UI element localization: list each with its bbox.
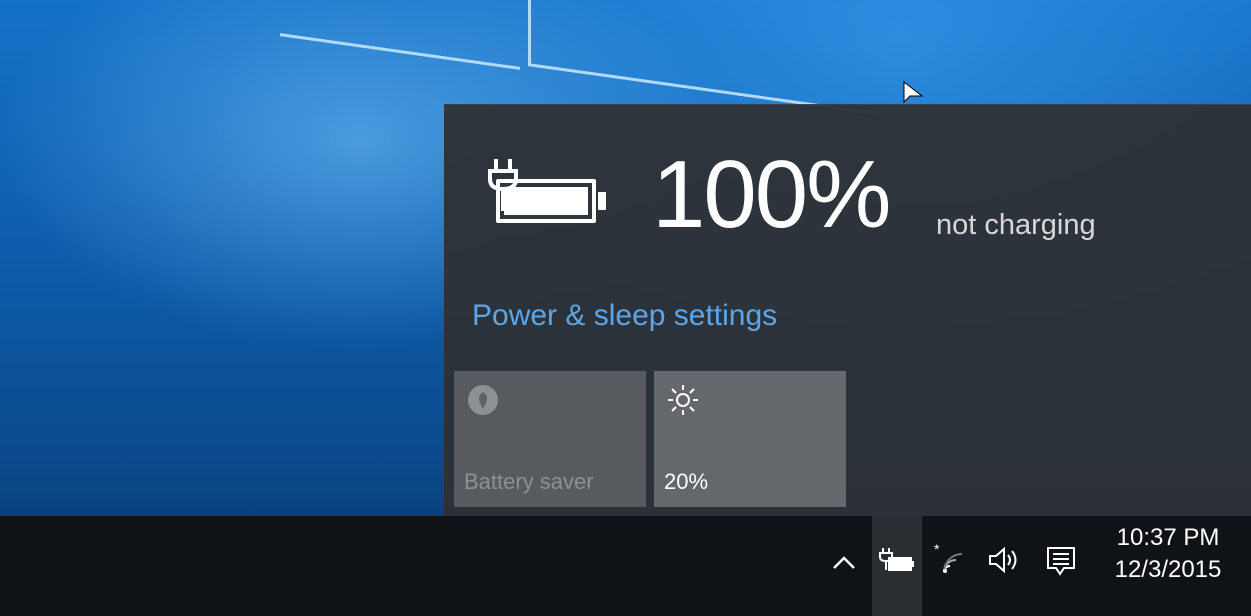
taskbar: * 10:37 PM 12/3/2015 [0, 516, 1251, 616]
action-center-icon [1047, 547, 1075, 576]
charging-status: not charging [936, 209, 1096, 241]
svg-text:*: * [934, 541, 940, 557]
system-clock[interactable]: 10:37 PM 12/3/2015 [1098, 522, 1238, 587]
brightness-label: 20% [664, 469, 709, 494]
brightness-tile[interactable]: 20% [654, 371, 846, 507]
battery-saver-tile[interactable]: Battery saver [454, 371, 646, 507]
clock-date: 12/3/2015 [1114, 556, 1222, 584]
clock-time: 10:37 PM [1116, 524, 1220, 551]
wifi-icon: * [934, 541, 963, 573]
wallpaper-window-pane [280, 0, 520, 70]
chevron-up-icon [833, 556, 855, 569]
battery-tray-button[interactable] [872, 516, 922, 616]
volume-tray-button[interactable] [980, 516, 1030, 616]
battery-percent: 100% [652, 141, 892, 248]
battery-tip [598, 192, 606, 210]
show-hidden-icons-button[interactable] [824, 516, 864, 616]
volume-icon [989, 546, 1017, 574]
battery-saver-label: Battery saver [464, 469, 594, 494]
battery-saver-icon [468, 385, 498, 415]
brightness-icon [668, 385, 698, 415]
battery-fill [504, 187, 588, 215]
wallpaper-window-pane [528, 0, 911, 120]
network-tray-button[interactable]: * [928, 516, 974, 616]
action-center-button[interactable] [1036, 516, 1086, 616]
battery-plug-icon [879, 548, 914, 571]
power-sleep-settings-link[interactable]: Power & sleep settings [472, 299, 777, 333]
battery-flyout: 100% not charging Power & sleep settings… [444, 104, 1251, 517]
battery-level-icon [496, 179, 596, 223]
mouse-cursor-icon [903, 80, 924, 104]
